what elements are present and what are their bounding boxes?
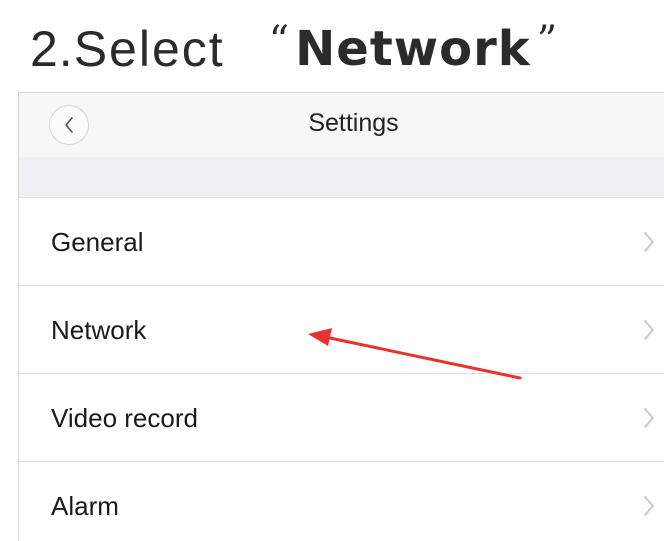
close-quote: ”: [536, 18, 558, 64]
settings-item-label: Network: [51, 315, 147, 345]
chevron-right-icon: [642, 494, 656, 518]
instruction-action: Select: [73, 21, 225, 77]
settings-item-general[interactable]: General: [19, 197, 664, 285]
step-number: 2.: [30, 21, 74, 77]
settings-item-label: Video record: [51, 403, 198, 433]
settings-item-label: Alarm: [51, 491, 119, 521]
instruction-heading: 2. Select “ Network ”: [30, 14, 557, 84]
settings-list: General Network Video record Alarm: [19, 197, 664, 541]
chevron-right-icon: [642, 406, 656, 430]
navigation-bar: Settings: [19, 93, 664, 158]
page-title: Settings: [308, 109, 399, 137]
open-quote: “: [268, 18, 290, 64]
chevron-right-icon: [642, 318, 656, 342]
settings-item-video-record[interactable]: Video record: [19, 373, 664, 461]
instruction-target: Network: [295, 21, 531, 77]
chevron-right-icon: [642, 230, 656, 254]
section-spacer: [19, 157, 664, 197]
settings-item-network[interactable]: Network: [19, 285, 664, 373]
settings-item-alarm[interactable]: Alarm: [19, 461, 664, 541]
settings-screen: Settings General Network Video record Al…: [18, 92, 664, 541]
settings-item-label: General: [51, 227, 144, 257]
